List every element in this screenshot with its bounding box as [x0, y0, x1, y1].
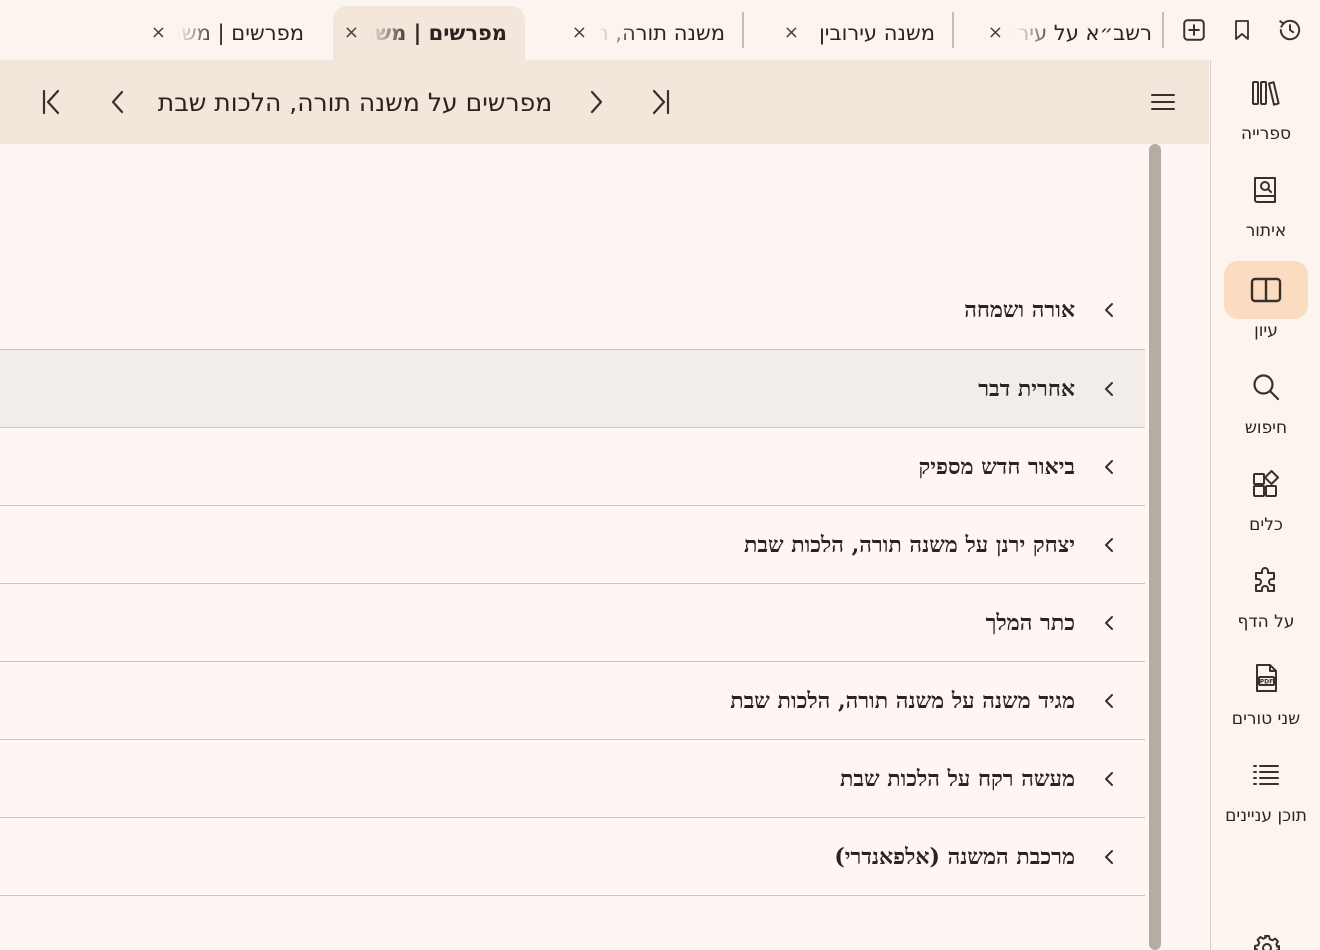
list-item[interactable]: מעשה רקח על הלכות שבת	[0, 740, 1145, 818]
chevron-left-icon	[1105, 693, 1113, 708]
tab-label: משנה עירובין	[819, 21, 935, 45]
rail-item-label: שני טורים	[1231, 709, 1301, 729]
commentary-list: אורה ושמחה אחרית דבר ביאור חדש מספיק יצח…	[0, 144, 1209, 950]
commentary-title: מעשה רקח על הלכות שבת	[839, 765, 1075, 792]
tools-icon	[1224, 455, 1308, 513]
open-book-icon	[1224, 261, 1308, 319]
page-title: מפרשים על משנה תורה, הלכות שבת	[157, 88, 553, 117]
new-tab-icon[interactable]	[1181, 17, 1207, 43]
puzzle-icon	[1224, 552, 1308, 610]
reader-header: מפרשים על משנה תורה, הלכות שבת	[0, 60, 1209, 144]
gear-icon[interactable]	[1253, 934, 1281, 950]
navigation-rail: ספרייה איתור עיון חיפוש כלים על הדף PDF …	[1210, 60, 1320, 950]
book-search-icon	[1224, 161, 1308, 219]
commentary-title: אורה ושמחה	[964, 297, 1075, 323]
chevron-left-icon	[1105, 615, 1113, 630]
rail-item-label: כלים	[1249, 515, 1283, 535]
rail-item-label: ספרייה	[1241, 124, 1291, 144]
list-item[interactable]: אורה ושמחה	[0, 271, 1145, 350]
rail-item-locate[interactable]: איתור	[1211, 161, 1320, 251]
list-item[interactable]: מגיד משנה על משנה תורה, הלכות שבת	[0, 662, 1145, 740]
list-item[interactable]: כתר המלך	[0, 584, 1145, 662]
rail-item-table-of-contents[interactable]: תוכן עניינים	[1211, 746, 1320, 836]
commentary-title: יצחק ירנן על משנה תורה, הלכות שבת	[743, 531, 1075, 558]
pdf-icon: PDF	[1224, 649, 1308, 707]
tab-mishneh-torah-shabbat[interactable]: משנה תורה, הלכות שבת ×	[565, 6, 725, 60]
chevron-left-icon	[1105, 771, 1113, 786]
first-page-icon[interactable]	[646, 88, 674, 116]
rail-item-label: על הדף	[1237, 612, 1295, 632]
list-item[interactable]: אחרית דבר	[0, 350, 1145, 428]
tab-commentaries-shabbat[interactable]: מפרשים | משנה תורה, הלכות שבת ×	[333, 6, 525, 60]
close-icon[interactable]: ×	[344, 24, 359, 42]
tab-mishnah-eruvin[interactable]: משנה עירובין ×	[775, 6, 935, 60]
tab-rashba-eruvin[interactable]: רשב״א על עירובין ×	[984, 6, 1152, 60]
hamburger-menu-icon[interactable]	[1149, 88, 1177, 116]
chevron-left-icon[interactable]	[104, 88, 132, 116]
tab-commentaries-eruvin[interactable]: מפרשים | משנה עירובין ×	[144, 6, 304, 60]
rail-item-tools[interactable]: כלים	[1211, 455, 1320, 545]
close-icon[interactable]: ×	[572, 24, 587, 42]
list-item[interactable]: יצחק ירנן על משנה תורה, הלכות שבת	[0, 506, 1145, 584]
search-icon	[1224, 358, 1308, 416]
commentary-title: ביאור חדש מספיק	[918, 453, 1076, 480]
scrollbar[interactable]	[1149, 144, 1161, 950]
tab-label: מפרשים | משנה עירובין	[178, 21, 304, 45]
library-icon	[1224, 64, 1308, 122]
chevron-right-icon[interactable]	[582, 88, 610, 116]
commentary-title: אחרית דבר	[978, 375, 1075, 402]
close-icon[interactable]: ×	[151, 24, 166, 42]
rail-item-study[interactable]: עיון	[1211, 261, 1320, 351]
tab-label: משנה תורה, הלכות שבת	[599, 21, 725, 45]
rail-item-library[interactable]: ספרייה	[1211, 64, 1320, 154]
tab-separator	[952, 12, 954, 48]
rail-item-label: עיון	[1254, 321, 1278, 341]
tab-separator	[1162, 12, 1164, 48]
bookmark-icon[interactable]	[1229, 17, 1255, 43]
chevron-left-icon	[1105, 537, 1113, 552]
list-icon	[1224, 746, 1308, 804]
tab-label: רשב״א על עירובין	[1015, 21, 1152, 45]
last-page-icon[interactable]	[38, 88, 66, 116]
close-icon[interactable]: ×	[988, 24, 1003, 42]
rail-item-search[interactable]: חיפוש	[1211, 358, 1320, 448]
rail-item-label: תוכן עניינים	[1225, 806, 1307, 826]
tab-bar: רשב״א על עירובין × משנה עירובין × משנה ת…	[0, 0, 1320, 60]
tab-separator	[742, 12, 744, 48]
chevron-left-icon	[1105, 381, 1113, 396]
svg-text:PDF: PDF	[1260, 679, 1273, 686]
list-item[interactable]: ביאור חדש מספיק	[0, 428, 1145, 506]
rail-item-two-columns[interactable]: PDF שני טורים	[1211, 649, 1320, 739]
commentary-title: מרכבת המשנה (אלפאנדרי)	[834, 843, 1075, 870]
chevron-left-icon	[1105, 303, 1113, 317]
close-icon[interactable]: ×	[784, 24, 799, 42]
chevron-left-icon	[1105, 849, 1113, 864]
history-icon[interactable]	[1277, 17, 1303, 43]
rail-item-on-page[interactable]: על הדף	[1211, 552, 1320, 642]
rail-item-label: חיפוש	[1244, 418, 1288, 438]
commentary-title: מגיד משנה על משנה תורה, הלכות שבת	[730, 687, 1075, 714]
commentary-title: כתר המלך	[985, 609, 1075, 636]
rail-item-label: איתור	[1245, 221, 1287, 241]
list-item[interactable]: מרכבת המשנה (אלפאנדרי)	[0, 818, 1145, 896]
chevron-left-icon	[1105, 459, 1113, 474]
tab-label: מפרשים | משנה תורה, הלכות שבת	[371, 21, 507, 45]
